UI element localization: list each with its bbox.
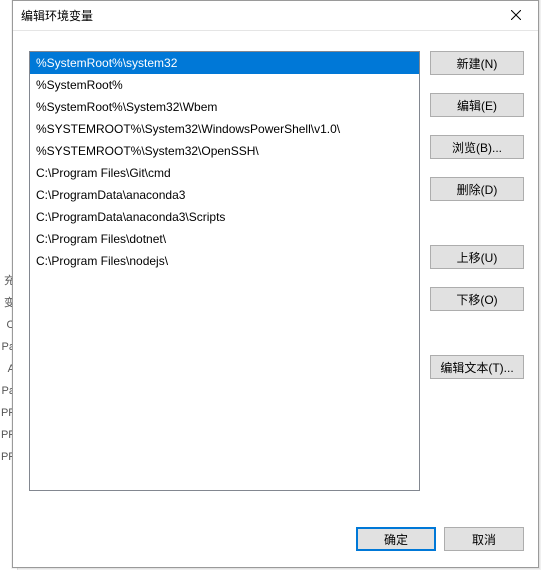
edit-button[interactable]: 编辑(E) [430,93,524,117]
new-button[interactable]: 新建(N) [430,51,524,75]
list-item[interactable]: C:\Program Files\nodejs\ [30,250,419,272]
list-item[interactable]: C:\Program Files\Git\cmd [30,162,419,184]
ok-button[interactable]: 确定 [356,527,436,551]
dialog-title: 编辑环境变量 [21,7,93,24]
browse-button[interactable]: 浏览(B)... [430,135,524,159]
list-item[interactable]: C:\ProgramData\anaconda3 [30,184,419,206]
list-item[interactable]: %SYSTEMROOT%\System32\OpenSSH\ [30,140,419,162]
delete-button[interactable]: 删除(D) [430,177,524,201]
list-item[interactable]: C:\Program Files\dotnet\ [30,228,419,250]
list-item[interactable]: %SYSTEMROOT%\System32\WindowsPowerShell\… [30,118,419,140]
dialog-content: %SystemRoot%\system32 %SystemRoot% %Syst… [13,31,538,519]
close-icon [511,9,521,23]
dialog-footer: 确定 取消 [13,519,538,567]
edit-env-var-dialog: 编辑环境变量 %SystemRoot%\system32 %SystemRoot… [12,0,539,568]
move-up-button[interactable]: 上移(U) [430,245,524,269]
titlebar: 编辑环境变量 [13,1,538,31]
list-item[interactable]: %SystemRoot%\system32 [30,52,419,74]
side-button-column: 新建(N) 编辑(E) 浏览(B)... 删除(D) 上移(U) 下移(O) 编… [430,51,524,509]
list-item[interactable]: %SystemRoot%\System32\Wbem [30,96,419,118]
list-item[interactable]: %SystemRoot% [30,74,419,96]
move-down-button[interactable]: 下移(O) [430,287,524,311]
list-item[interactable]: C:\ProgramData\anaconda3\Scripts [30,206,419,228]
path-listbox[interactable]: %SystemRoot%\system32 %SystemRoot% %Syst… [29,51,420,491]
cancel-button[interactable]: 取消 [444,527,524,551]
edit-text-button[interactable]: 编辑文本(T)... [430,355,524,379]
close-button[interactable] [493,1,538,31]
